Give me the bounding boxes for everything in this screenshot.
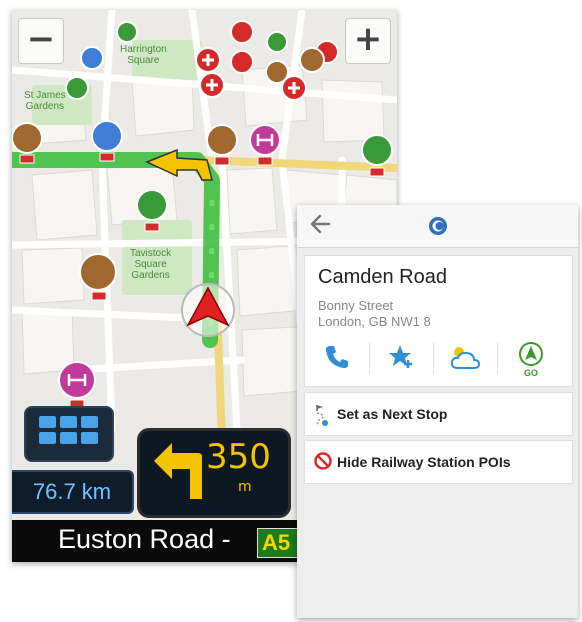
map-label-harrington: Harrington Square bbox=[120, 44, 167, 66]
go-button[interactable]: GO bbox=[501, 338, 561, 378]
weather-icon bbox=[450, 347, 481, 369]
star-plus-icon bbox=[389, 345, 412, 368]
app-logo-icon bbox=[429, 217, 447, 235]
hide-pois-button[interactable]: Hide Railway Station POIs bbox=[304, 440, 573, 484]
poi-title: Camden Road bbox=[318, 266, 447, 288]
current-street-name: Euston Road - bbox=[58, 524, 231, 554]
set-next-stop-label: Set as Next Stop bbox=[337, 406, 448, 422]
menu-button[interactable] bbox=[24, 406, 114, 462]
back-arrow-icon[interactable] bbox=[307, 211, 333, 237]
map-label-st-james: St James Gardens bbox=[24, 90, 66, 112]
go-label: GO bbox=[523, 368, 538, 378]
poi-card: Camden Road Bonny Street London, GB NW1 … bbox=[304, 255, 573, 387]
set-next-stop-button[interactable]: Set as Next Stop bbox=[304, 392, 573, 436]
poi-city: London, GB NW1 8 bbox=[318, 314, 431, 329]
zoom-in-button[interactable]: + bbox=[345, 18, 391, 64]
remaining-distance: 76.7 km bbox=[12, 470, 134, 514]
call-button[interactable] bbox=[307, 338, 367, 378]
poi-detail-panel: Camden Road Bonny Street London, GB NW1 … bbox=[297, 205, 578, 618]
route-stop-icon bbox=[316, 405, 328, 426]
panel-header bbox=[297, 205, 578, 248]
poi-street: Bonny Street bbox=[318, 298, 394, 313]
next-turn-panel: 350 m bbox=[137, 428, 291, 518]
turn-distance-unit: m bbox=[238, 479, 252, 495]
weather-button[interactable] bbox=[433, 338, 493, 378]
zoom-out-button[interactable]: − bbox=[18, 18, 64, 64]
navigate-arrow-icon bbox=[519, 342, 543, 366]
map-label-tavistock: Tavistock Square Gardens bbox=[130, 248, 172, 281]
phone-icon bbox=[326, 346, 348, 368]
prohibited-icon bbox=[314, 452, 332, 470]
turn-left-icon bbox=[154, 443, 202, 499]
add-favorite-button[interactable] bbox=[371, 338, 431, 378]
turn-distance: 350 bbox=[206, 437, 271, 477]
hide-pois-label: Hide Railway Station POIs bbox=[337, 454, 511, 470]
